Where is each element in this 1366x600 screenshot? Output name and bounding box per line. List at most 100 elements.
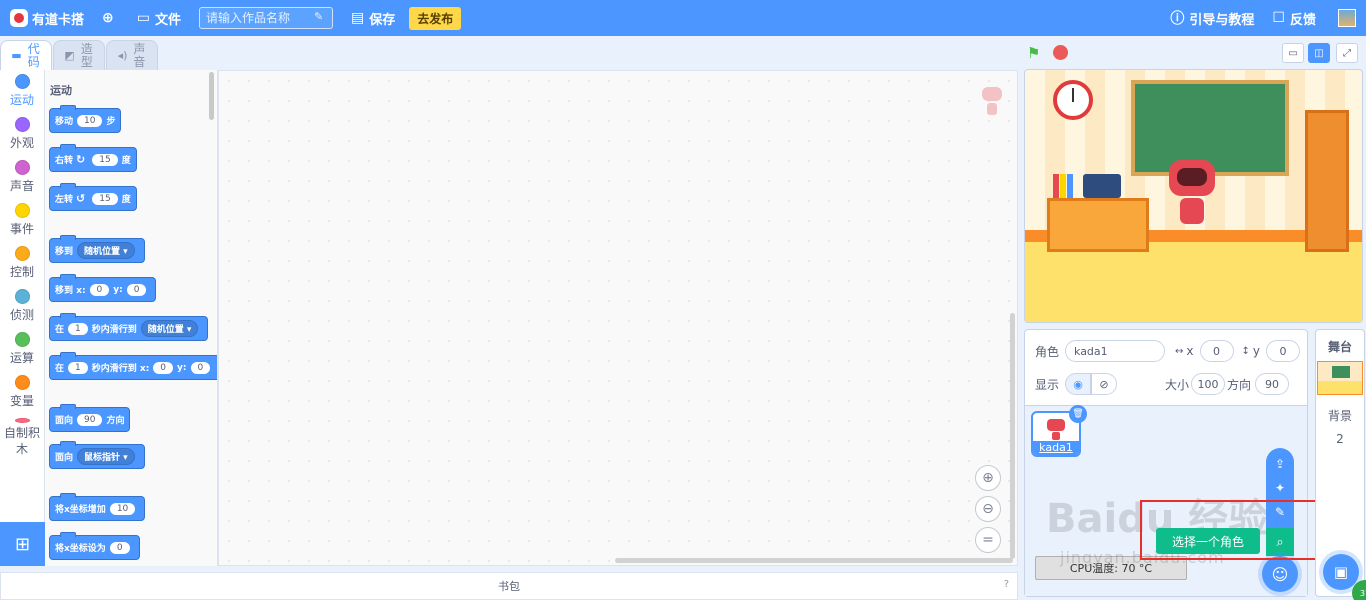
category-operators[interactable]: 运算	[0, 328, 44, 371]
stage-cabinet	[1305, 110, 1349, 252]
normal-stage-button[interactable]: ◫	[1308, 43, 1330, 63]
y-arrow-icon: ↕	[1241, 345, 1250, 357]
category-sensing[interactable]: 侦测	[0, 285, 44, 328]
block-goto-xy[interactable]: 移到 x: 0 y: 0	[49, 274, 157, 302]
fullscreen-button[interactable]: ⤢	[1336, 43, 1358, 63]
stage-panel-title: 舞台	[1327, 340, 1352, 354]
block-change-x[interactable]: 将x坐标增加 10	[49, 493, 146, 521]
hide-sprite-button[interactable]: ⊘	[1091, 373, 1118, 395]
block-text: 移到	[55, 247, 74, 257]
block-input[interactable]: 0	[109, 541, 130, 554]
backdrop-count: 2	[1336, 432, 1344, 446]
block-set-x[interactable]: 将x坐标设为 0	[49, 532, 140, 560]
palette-scrollbar[interactable]	[209, 72, 214, 120]
small-stage-button[interactable]: ▭	[1282, 43, 1304, 63]
zoom-in-button[interactable]: ⊕	[975, 465, 1001, 491]
x-input[interactable]	[1199, 340, 1234, 362]
category-dot	[14, 418, 30, 423]
user-avatar[interactable]	[1338, 9, 1356, 27]
category-dot	[14, 289, 30, 304]
block-glide-to-xy[interactable]: 在 1 秒内滑行到 x: 0 y: 0	[49, 352, 217, 380]
surprise-sprite-button[interactable]: ✦	[1270, 478, 1290, 498]
block-text: 移动	[55, 117, 74, 127]
red-highlight-box	[1140, 500, 1324, 560]
block-input[interactable]: 1	[68, 322, 88, 335]
normal-stage-icon: ◫	[1314, 47, 1324, 59]
rotate-right-icon: ↻	[76, 153, 86, 166]
block-input-x[interactable]: 0	[153, 361, 174, 374]
block-glide-to[interactable]: 在 1 秒内滑行到 随机位置 ▾	[49, 313, 209, 341]
block-input[interactable]: 90	[77, 413, 103, 426]
block-text: 度	[121, 156, 131, 166]
size-input[interactable]	[1191, 373, 1226, 395]
direction-input[interactable]	[1255, 373, 1290, 395]
block-goto[interactable]: 移到 随机位置 ▾	[49, 235, 145, 263]
dropdown-value: 随机位置	[147, 325, 184, 335]
tab-sounds[interactable]: ◂) 声音	[106, 40, 158, 70]
zoom-in-icon: ⊕	[982, 470, 994, 486]
tab-costumes[interactable]: ◩ 造型	[53, 40, 105, 70]
script-area-vertical-scrollbar[interactable]	[1010, 313, 1015, 559]
block-input[interactable]: 1	[68, 361, 88, 374]
stage-clock	[1053, 80, 1093, 120]
sprite-info-row-2: 显示 ◉ ⊘ 大小 方向	[1035, 373, 1290, 395]
globe-icon: ⊕	[102, 10, 114, 26]
sprite-tile-kada1[interactable]: kada1 🗑	[1031, 405, 1087, 457]
block-input-y[interactable]: 0	[190, 361, 211, 374]
publish-button[interactable]: 去发布	[409, 6, 462, 30]
add-sprite-button[interactable]: ☺	[1262, 556, 1298, 592]
show-label: 显示	[1035, 377, 1060, 392]
file-menu[interactable]: ▭ 文件	[137, 9, 181, 28]
stage-canvas[interactable]	[1024, 69, 1363, 323]
block-turn-right[interactable]: 右转 ↻ 15 度	[49, 144, 137, 172]
category-sound[interactable]: 声音	[0, 156, 44, 199]
category-my-blocks[interactable]: 自制积木	[0, 414, 44, 457]
zoom-out-button[interactable]: ⊖	[975, 496, 1001, 522]
add-extension-button[interactable]: ⊞	[0, 522, 45, 566]
category-motion[interactable]: 运动	[0, 70, 44, 113]
block-point-direction[interactable]: 面向 90 方向	[49, 404, 131, 432]
block-input[interactable]: 15	[92, 192, 118, 205]
block-dropdown[interactable]: 随机位置 ▾	[140, 320, 199, 337]
category-label: 控制	[9, 265, 34, 279]
block-turn-left[interactable]: 左转 ↺ 15 度	[49, 183, 137, 211]
block-text: y:	[113, 284, 123, 295]
language-button[interactable]: ⊕	[102, 10, 119, 26]
block-text: 右转	[55, 156, 74, 166]
guide-button[interactable]: ⓘ 引导与教程	[1170, 8, 1254, 28]
y-input[interactable]	[1266, 340, 1301, 362]
block-input-y[interactable]: 0	[126, 283, 147, 296]
tab-code[interactable]: ▬ 代码	[0, 40, 52, 70]
upload-sprite-button[interactable]: ⇪	[1270, 454, 1290, 474]
backpack-help-icon[interactable]: ?	[1004, 579, 1009, 590]
sprite-kada1-on-stage[interactable]	[1169, 160, 1215, 232]
book	[1053, 174, 1059, 198]
block-point-towards[interactable]: 面向 鼠标指针 ▾	[49, 441, 145, 469]
zoom-reset-button[interactable]: =	[975, 527, 1001, 553]
sprite-name-input[interactable]	[1065, 340, 1166, 362]
block-dropdown[interactable]: 随机位置 ▾	[77, 242, 135, 259]
green-flag-icon[interactable]: ⚑	[1027, 44, 1043, 62]
stop-button[interactable]	[1053, 45, 1068, 60]
brand-logo[interactable]: 有道卡搭	[10, 9, 84, 28]
script-area[interactable]: ⊕ ⊖ =	[218, 70, 1018, 566]
backpack-bar[interactable]: 书包 ?	[0, 572, 1018, 600]
block-move-steps[interactable]: 移动 10 步	[49, 105, 122, 133]
save-button[interactable]: ▤ 保存	[351, 9, 395, 28]
category-events[interactable]: 事件	[0, 199, 44, 242]
project-title-input[interactable]	[199, 7, 333, 29]
feedback-button[interactable]: ☐ 反馈	[1272, 9, 1316, 28]
category-looks[interactable]: 外观	[0, 113, 44, 156]
delete-sprite-button[interactable]: 🗑	[1069, 405, 1087, 423]
block-input[interactable]: 10	[77, 114, 103, 127]
y-label: y	[1252, 344, 1261, 358]
block-dropdown[interactable]: 鼠标指针 ▾	[77, 448, 135, 465]
show-sprite-button[interactable]: ◉	[1065, 373, 1092, 395]
category-variables[interactable]: 变量	[0, 371, 44, 414]
category-control[interactable]: 控制	[0, 242, 44, 285]
category-dot	[14, 203, 30, 218]
block-input[interactable]: 15	[92, 153, 118, 166]
block-input[interactable]: 10	[109, 502, 136, 515]
block-input-x[interactable]: 0	[89, 283, 110, 296]
script-area-horizontal-scrollbar[interactable]	[615, 558, 1013, 563]
